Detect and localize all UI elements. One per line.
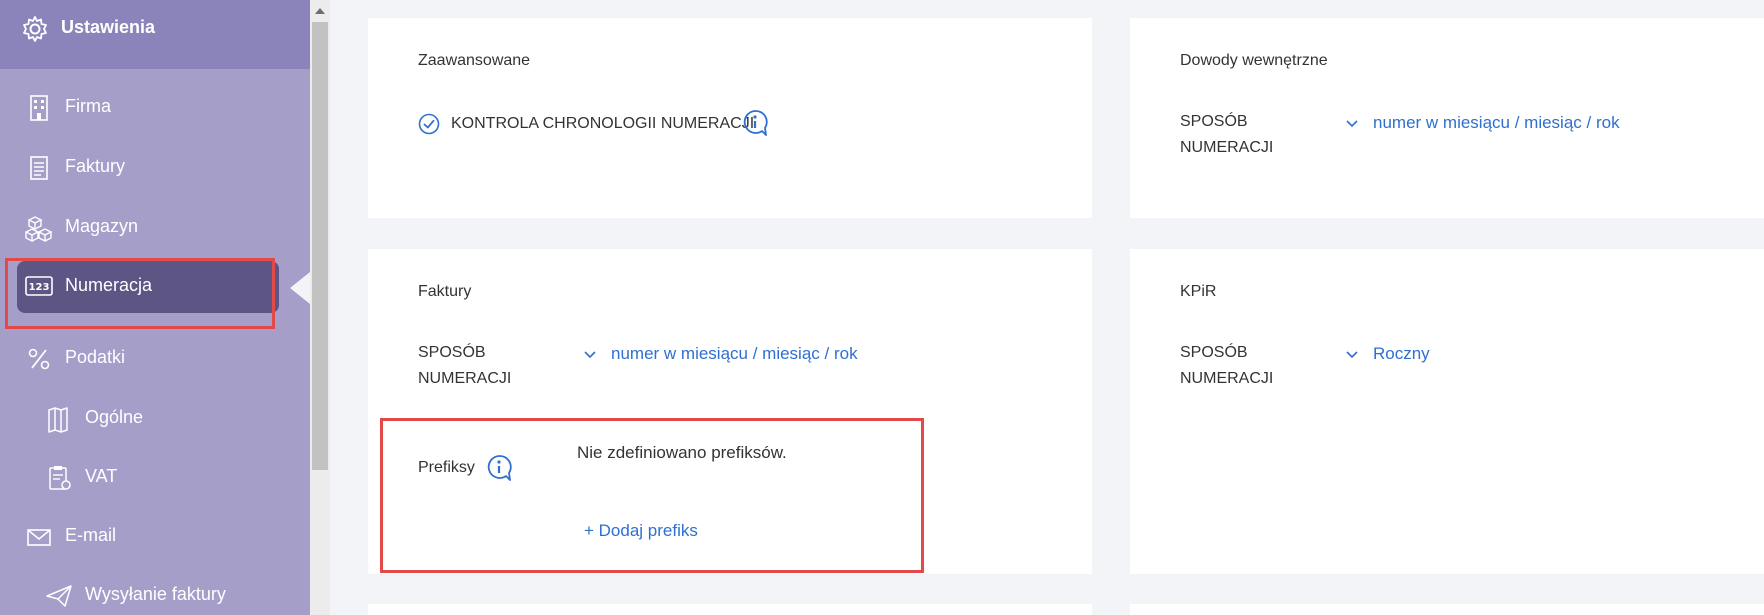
sidebar-item-numeracja[interactable]: 123 Numeracja <box>0 258 310 313</box>
sidebar-item-label: VAT <box>85 466 118 486</box>
numbering-method-select[interactable]: numer w miesiącu / miesiąc / rok <box>1373 113 1620 133</box>
sidebar-item-wysylanie-faktury[interactable]: Wysyłanie faktury <box>0 569 310 615</box>
add-prefix-button[interactable]: + Dodaj prefiks <box>584 521 698 541</box>
sidebar-scrollbar[interactable] <box>310 0 330 615</box>
sidebar-item-label: Magazyn <box>65 216 139 236</box>
building-icon <box>30 95 48 121</box>
card-title: KPiR <box>1180 283 1217 300</box>
card-internal-documents: Dowody wewnętrzne SPOSÓB NUMERACJI numer… <box>1130 18 1764 218</box>
numbering-method-label: SPOSÓB NUMERACJI <box>1180 344 1274 387</box>
sidebar-header[interactable]: Ustawienia <box>0 0 310 69</box>
check-circle-icon[interactable] <box>418 113 440 135</box>
sidebar-item-vat[interactable]: VAT <box>0 451 310 503</box>
numbering-method-label: SPOSÓB NUMERACJI <box>418 344 512 387</box>
no-prefixes-message: Nie zdefiniowano prefiksów. <box>577 443 787 462</box>
numbering-method-select[interactable]: numer w miesiącu / miesiąc / rok <box>611 344 858 364</box>
card-kpir: KPiR SPOSÓB NUMERACJI Roczny <box>1130 249 1764 574</box>
chevron-down-icon[interactable] <box>583 350 597 360</box>
card-title: Dowody wewnętrzne <box>1180 52 1328 69</box>
numbering-method-select[interactable]: Roczny <box>1373 344 1430 364</box>
numbering-123-icon: 123 <box>25 276 53 296</box>
chronology-control-label: KONTROLA CHRONOLOGII NUMERACJI <box>451 115 755 132</box>
info-icon[interactable] <box>486 454 512 482</box>
chevron-down-icon[interactable] <box>1345 119 1359 129</box>
envelope-icon <box>27 529 51 546</box>
sidebar-item-email[interactable]: E-mail <box>0 510 310 562</box>
sidebar-item-label: Numeracja <box>65 275 153 295</box>
card-invoices: Faktury SPOSÓB NUMERACJI numer w miesiąc… <box>368 249 1092 574</box>
scrollbar-thumb[interactable] <box>312 22 328 470</box>
scroll-up-arrow-icon[interactable] <box>315 8 325 14</box>
book-icon <box>48 407 68 433</box>
numbering-method-label: SPOSÓB NUMERACJI <box>1180 113 1274 156</box>
sidebar-item-magazyn[interactable]: Magazyn <box>0 201 310 253</box>
percent-icon <box>28 348 50 370</box>
active-item-pointer <box>290 272 310 304</box>
sidebar-item-label: Firma <box>65 96 111 116</box>
sidebar-header-label: Ustawienia <box>61 17 156 37</box>
sidebar-item-faktury[interactable]: Faktury <box>0 141 310 193</box>
svg-text:123: 123 <box>29 282 50 293</box>
card-title: Faktury <box>418 283 472 300</box>
sidebar-item-podatki[interactable]: Podatki <box>0 332 310 384</box>
card-partial <box>1130 604 1764 615</box>
paper-plane-icon <box>46 585 72 607</box>
chevron-down-icon[interactable] <box>1345 350 1359 360</box>
sidebar-item-firma[interactable]: Firma <box>0 81 310 133</box>
card-advanced: Zaawansowane KONTROLA CHRONOLOGII NUMERA… <box>368 18 1092 218</box>
card-title: Zaawansowane <box>418 52 531 69</box>
sidebar-item-label: Wysyłanie faktury <box>85 584 226 604</box>
prefixes-label: Prefiksy <box>418 459 475 476</box>
invoice-icon <box>30 156 48 180</box>
sidebar-item-label: Ogólne <box>85 407 144 427</box>
sidebar-item-ogolne[interactable]: Ogólne <box>0 392 310 444</box>
sidebar-item-label: E-mail <box>65 525 117 545</box>
clipboard-icon <box>49 466 71 490</box>
card-partial <box>368 604 1092 615</box>
sidebar-item-label: Podatki <box>65 347 126 367</box>
gear-icon <box>23 16 47 42</box>
boxes-icon <box>25 216 53 242</box>
info-icon[interactable] <box>742 109 768 137</box>
sidebar-item-label: Faktury <box>65 156 126 176</box>
sidebar: Ustawienia Firma Faktury Magazyn 123 Num… <box>0 0 310 615</box>
